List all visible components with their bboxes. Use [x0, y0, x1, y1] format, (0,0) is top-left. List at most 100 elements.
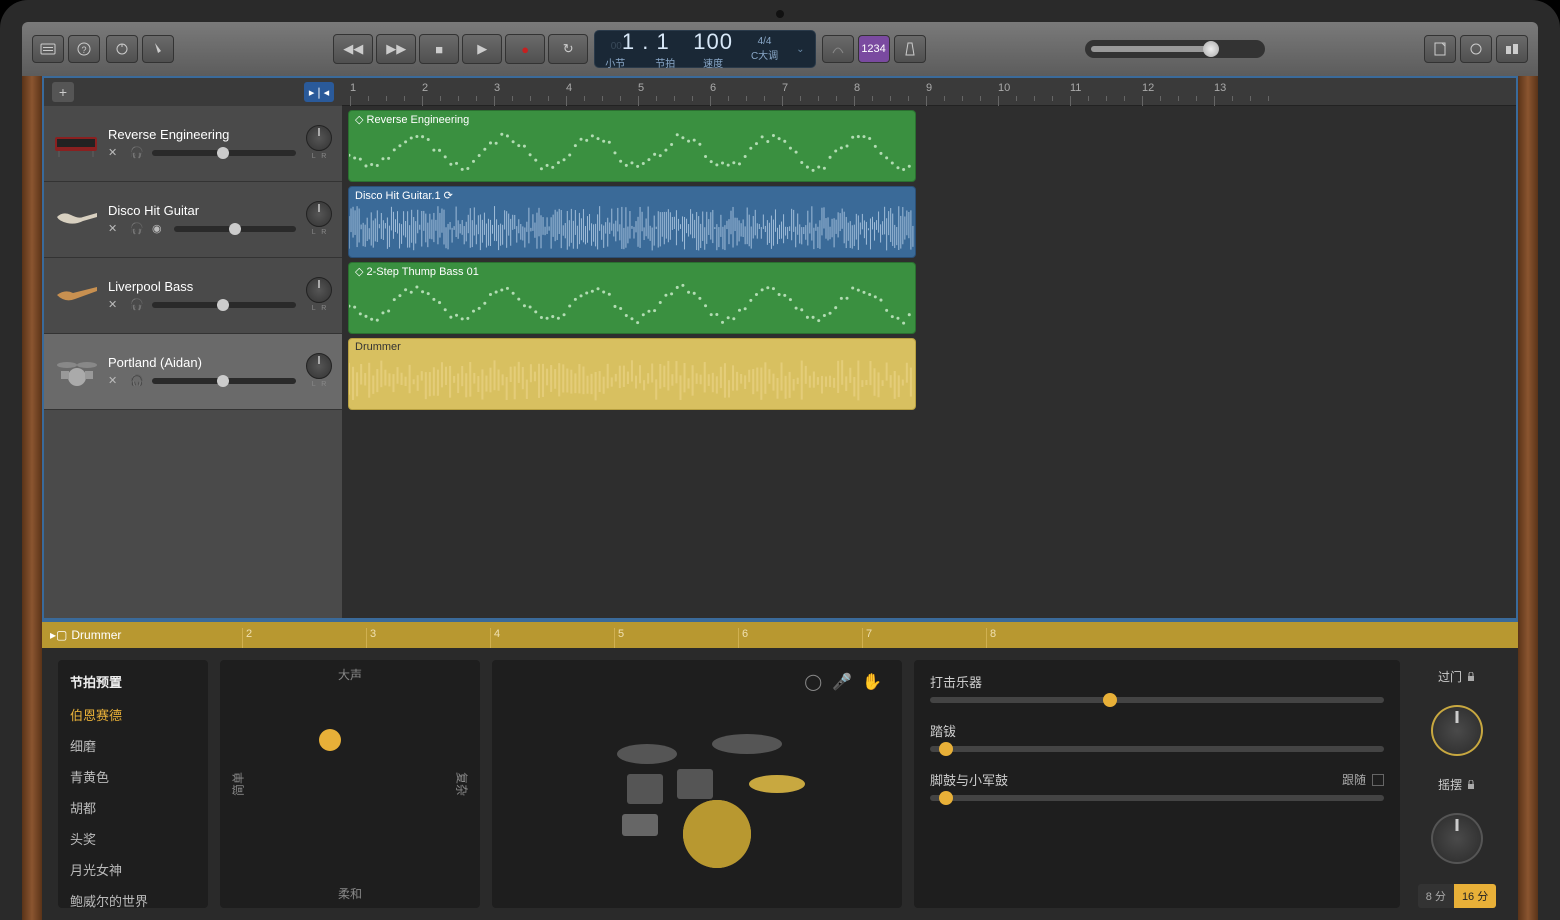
- cycle-button[interactable]: ↻: [548, 34, 588, 64]
- lcd-tempo-label: 速度: [703, 55, 723, 70]
- timeline-ruler[interactable]: 12345678910111213: [342, 78, 1516, 106]
- drummer-ruler: ▸▢ Drummer 2345678: [42, 622, 1518, 648]
- regions-area[interactable]: ◇ Reverse Engineering Disco Hit Guitar.1…: [342, 106, 1516, 618]
- preset-item[interactable]: 细磨: [58, 730, 208, 761]
- kicksnare-slider[interactable]: [930, 795, 1384, 801]
- mute-button[interactable]: ✕: [108, 374, 124, 388]
- pan-knob[interactable]: [306, 353, 332, 379]
- drum-kit-area: ◯ 🎤 ✋: [492, 660, 902, 908]
- preset-item[interactable]: 月光女神: [58, 854, 208, 885]
- ruler-number: 8: [854, 82, 860, 94]
- region[interactable]: Drummer: [348, 338, 916, 410]
- track-row[interactable]: Portland (Aidan) ✕ 🎧 L R: [44, 334, 342, 410]
- follow-label: 跟随: [1342, 771, 1366, 788]
- fills-knob[interactable]: [1431, 705, 1483, 756]
- track-instrument-icon: [52, 196, 100, 244]
- loops-button[interactable]: [1460, 35, 1492, 63]
- record-button[interactable]: ●: [505, 34, 545, 64]
- preset-item[interactable]: 伯恩赛德: [58, 699, 208, 730]
- wood-left: [22, 54, 42, 920]
- forward-button[interactable]: ▶▶: [376, 34, 416, 64]
- app-window: ? ◀◀ ▶▶ ■ ▶ ● ↻ 001 . 1 小节节拍 100速度: [22, 22, 1538, 920]
- input-button[interactable]: ◉: [152, 222, 168, 236]
- count-in-button[interactable]: 1234: [858, 35, 890, 63]
- metronome-button[interactable]: [894, 35, 926, 63]
- solo-button[interactable]: 🎧: [130, 298, 146, 312]
- master-volume-slider[interactable]: [1085, 40, 1265, 58]
- swing-resolution[interactable]: 8 分 16 分: [1418, 884, 1496, 908]
- track-row[interactable]: Liverpool Bass ✕ 🎧 L R: [44, 258, 342, 334]
- rewind-button[interactable]: ◀◀: [333, 34, 373, 64]
- editors-button[interactable]: [142, 35, 174, 63]
- swing-knob[interactable]: [1431, 813, 1483, 864]
- smart-controls-button[interactable]: [106, 35, 138, 63]
- sticks-icon[interactable]: ◯: [804, 672, 822, 692]
- add-track-button[interactable]: +: [52, 82, 74, 102]
- track-volume-slider[interactable]: [174, 226, 296, 232]
- preset-item[interactable]: 鲍威尔的世界: [58, 885, 208, 916]
- lcd-bars-label: 小节: [605, 55, 625, 70]
- library-button[interactable]: [32, 35, 64, 63]
- stop-button[interactable]: ■: [419, 34, 459, 64]
- xy-pad[interactable]: 大声 柔和 简单 复杂: [220, 660, 480, 908]
- lcd-beats-label: 节拍: [655, 55, 675, 70]
- media-button[interactable]: [1496, 35, 1528, 63]
- swing-label: 摇摆: [1438, 776, 1462, 793]
- pan-knob[interactable]: [306, 125, 332, 151]
- track-instrument-icon: [52, 348, 100, 396]
- solo-button[interactable]: 🎧: [130, 374, 146, 388]
- track-instrument-icon: [52, 120, 100, 168]
- mute-button[interactable]: ✕: [108, 222, 124, 236]
- region[interactable]: ◇ 2-Step Thump Bass 01: [348, 262, 916, 334]
- percussion-slider[interactable]: [930, 697, 1384, 703]
- seg-16[interactable]: 16 分: [1454, 884, 1496, 908]
- ruler-number: 12: [1142, 82, 1154, 94]
- lcd-bars-faint: 00: [611, 41, 622, 52]
- tuner-button[interactable]: [822, 35, 854, 63]
- help-button[interactable]: ?: [68, 35, 100, 63]
- drum-kit-graphic[interactable]: [587, 694, 807, 874]
- preset-item[interactable]: 青黄色: [58, 761, 208, 792]
- pan-knob[interactable]: [306, 201, 332, 227]
- lcd-bars: 1 . 1: [622, 29, 670, 54]
- drummer-ruler-number: 8: [986, 628, 996, 648]
- arrange-area[interactable]: 12345678910111213 ◇ Reverse Engineering …: [342, 78, 1516, 618]
- ruler-number: 7: [782, 82, 788, 94]
- follow-checkbox[interactable]: [1372, 774, 1384, 786]
- hihat-slider[interactable]: [930, 746, 1384, 752]
- lcd-display[interactable]: 001 . 1 小节节拍 100速度 4/4C大调 ⌄: [594, 30, 815, 68]
- mute-button[interactable]: ✕: [108, 146, 124, 160]
- region-label: Drummer: [355, 341, 401, 353]
- seg-8[interactable]: 8 分: [1418, 884, 1454, 908]
- lcd-dropdown-icon[interactable]: ⌄: [796, 44, 804, 55]
- region-label: ◇ Reverse Engineering: [355, 114, 469, 126]
- play-button[interactable]: ▶: [462, 34, 502, 64]
- main-area: + ▸❘◂ Reverse Engineering ✕ 🎧 L R Disco …: [42, 76, 1518, 620]
- preset-item[interactable]: 头奖: [58, 823, 208, 854]
- knob-column: 过门 摇摆 8 分 16 分: [1412, 660, 1502, 908]
- preset-list: 节拍预置 伯恩赛德细磨青黄色胡都头奖月光女神鲍威尔的世界撕裂之城: [58, 660, 208, 908]
- solo-button[interactable]: 🎧: [130, 222, 146, 236]
- track-volume-slider[interactable]: [152, 378, 296, 384]
- preset-item[interactable]: 胡都: [58, 792, 208, 823]
- track-row[interactable]: Reverse Engineering ✕ 🎧 L R: [44, 106, 342, 182]
- region[interactable]: ◇ Reverse Engineering: [348, 110, 916, 182]
- track-list: + ▸❘◂ Reverse Engineering ✕ 🎧 L R Disco …: [44, 78, 342, 618]
- preset-item[interactable]: 撕裂之城: [58, 916, 208, 920]
- solo-button[interactable]: 🎧: [130, 146, 146, 160]
- region[interactable]: Disco Hit Guitar.1 ⟳: [348, 186, 916, 258]
- ruler-number: 4: [566, 82, 572, 94]
- ruler-number: 5: [638, 82, 644, 94]
- ruler-number: 6: [710, 82, 716, 94]
- mallet-icon[interactable]: 🎤: [832, 672, 852, 692]
- hand-icon[interactable]: ✋: [862, 672, 882, 692]
- notepad-button[interactable]: [1424, 35, 1456, 63]
- xy-puck[interactable]: [319, 729, 341, 751]
- pan-knob[interactable]: [306, 277, 332, 303]
- drummer-region-icon: ▸▢: [50, 628, 67, 642]
- track-row[interactable]: Disco Hit Guitar ✕ 🎧 ◉ L R: [44, 182, 342, 258]
- track-volume-slider[interactable]: [152, 150, 296, 156]
- mute-button[interactable]: ✕: [108, 298, 124, 312]
- track-filter-button[interactable]: ▸❘◂: [304, 82, 334, 102]
- track-volume-slider[interactable]: [152, 302, 296, 308]
